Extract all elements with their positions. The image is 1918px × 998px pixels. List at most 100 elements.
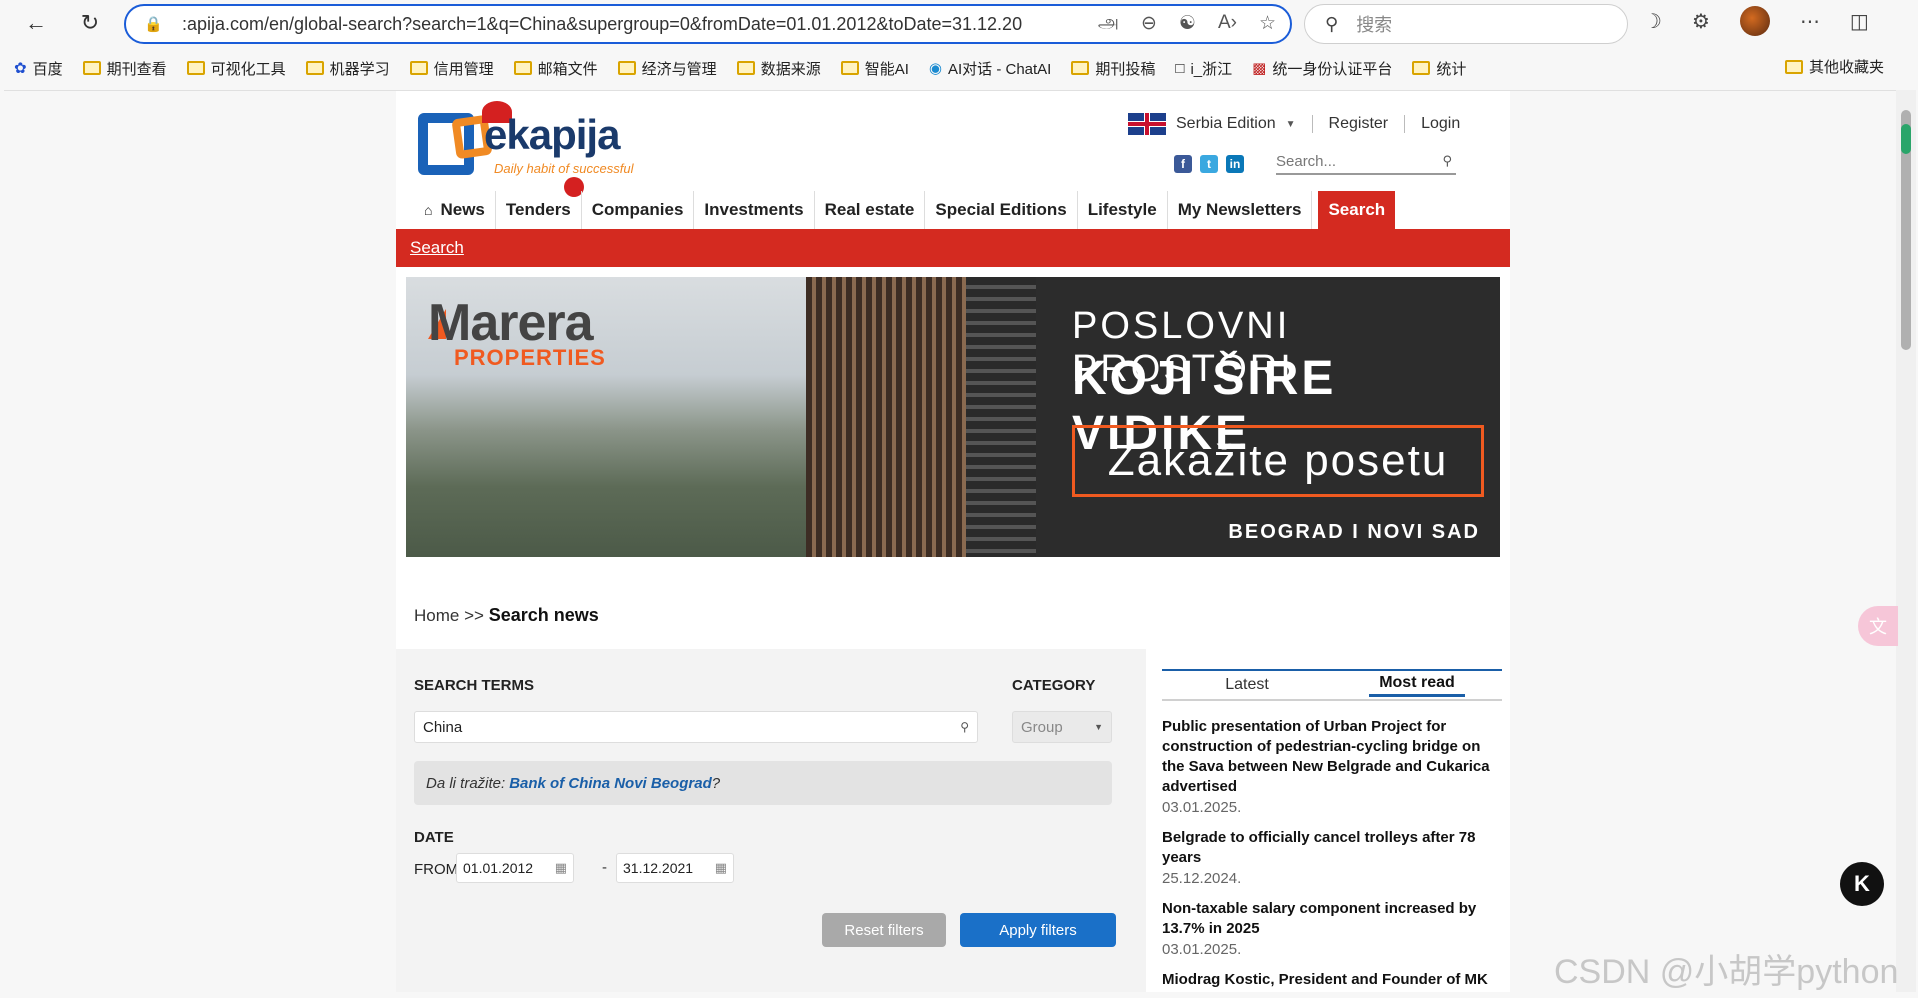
banner-text-panel: POSLOVNI PROSTORI KOJI ŠIRE VIDIKE Zakaž… [1036, 277, 1500, 557]
favorite-star-icon[interactable]: ☆ [1259, 12, 1276, 36]
sidebar-toggle-icon[interactable]: ◫ [1850, 9, 1869, 34]
nav-item-companies[interactable]: Companies [582, 191, 695, 229]
banner-line3: BEOGRAD I NOVI SAD [1228, 521, 1480, 543]
bookmark-folder[interactable]: 经济与管理 [617, 58, 717, 79]
bookmark-item[interactable]: □ i_浙江 [1175, 58, 1232, 79]
apply-filters-button[interactable]: Apply filters [960, 913, 1116, 947]
news-title[interactable]: Non-taxable salary component increased b… [1162, 899, 1502, 939]
list-item[interactable]: Miodrag Kostic, President and Founder of… [1162, 970, 1502, 990]
browser-search-box[interactable]: ⚲ 搜索 [1304, 4, 1628, 44]
bookmark-folder[interactable]: 期刊查看 [82, 58, 167, 79]
banner-cta[interactable]: Zakažite posetu [1072, 425, 1484, 497]
twitter-icon[interactable]: t [1200, 155, 1218, 173]
edition-selector[interactable]: Serbia Edition [1176, 115, 1276, 133]
facebook-icon[interactable]: f [1174, 155, 1192, 173]
address-bar[interactable]: 🔒 :apija.com/en/global-search?search=1&q… [124, 4, 1292, 44]
to-date-input[interactable]: 31.12.2021 ▦ [616, 853, 734, 883]
login-link[interactable]: Login [1421, 115, 1460, 133]
from-label: FROM [414, 861, 459, 878]
ad-banner[interactable]: Marera PROPERTIES POSLOVNI PROSTORI KOJI… [406, 277, 1500, 557]
scrollbar-marker [1901, 124, 1911, 154]
sub-nav-search-link[interactable]: Search [410, 238, 464, 258]
url-text[interactable]: :apija.com/en/global-search?search=1&q=C… [182, 14, 1022, 35]
assistant-float-icon[interactable]: K [1840, 862, 1884, 906]
edge-translate-icon[interactable]: ☯ [1179, 12, 1196, 36]
news-title[interactable]: Belgrade to officially cancel trolleys a… [1162, 828, 1502, 868]
category-select[interactable]: Group ▼ [1012, 711, 1112, 743]
nav-item-my-newsletters[interactable]: My Newsletters [1168, 191, 1313, 229]
date-label: DATE [414, 829, 454, 846]
list-item[interactable]: Public presentation of Urban Project for… [1162, 717, 1502, 816]
nav-item-lifestyle[interactable]: Lifestyle [1078, 191, 1168, 229]
bookmark-item[interactable]: ▩ 统一身份认证平台 [1252, 58, 1392, 79]
refresh-icon[interactable]: ↻ [72, 5, 108, 41]
nav-item-news[interactable]: ⌂ News [414, 191, 496, 229]
nav-item-investments[interactable]: Investments [694, 191, 815, 229]
browser-toolbar: ← ↻ 🔒 :apija.com/en/global-search?search… [0, 0, 1918, 46]
news-date: 03.01.2025. [1162, 941, 1242, 958]
category-value: Group [1021, 718, 1063, 736]
search-icon[interactable]: ⚲ [960, 720, 969, 734]
news-sidebar: Latest Most read Public presentation of … [1154, 649, 1510, 992]
register-link[interactable]: Register [1329, 115, 1389, 133]
from-date-input[interactable]: 01.01.2012 ▦ [456, 853, 574, 883]
search-terms-input[interactable]: China ⚲ [414, 711, 978, 743]
news-title[interactable]: Miodrag Kostic, President and Founder of… [1162, 970, 1502, 990]
news-list: Public presentation of Urban Project for… [1162, 717, 1502, 992]
nav-item-real-estate[interactable]: Real estate [815, 191, 926, 229]
translate-float-icon[interactable]: 文 [1858, 606, 1898, 646]
site-search-input[interactable]: Search... ⚲ [1276, 149, 1456, 175]
linkedin-icon[interactable]: in [1226, 155, 1244, 173]
bookmark-item[interactable]: ◉ AI对话 - ChatAI [929, 58, 1051, 79]
folder-icon [1071, 61, 1090, 75]
site-logo[interactable]: ekapija Daily habit of successful [418, 101, 638, 197]
bookmark-folder[interactable]: 可视化工具 [186, 58, 286, 79]
bookmark-folder[interactable]: 数据来源 [736, 58, 821, 79]
bookmark-folder[interactable]: 统计 [1412, 58, 1466, 79]
search-filters-panel: SEARCH TERMS CATEGORY China ⚲ Group ▼ Da… [396, 649, 1146, 992]
suggest-link[interactable]: Bank of China Novi Beograd [509, 775, 712, 792]
bookmark-folder[interactable]: 智能AI [840, 58, 909, 79]
breadcrumb-home[interactable]: Home [414, 606, 459, 625]
bookmark-folder[interactable]: 期刊投稿 [1071, 58, 1155, 79]
news-title[interactable]: Public presentation of Urban Project for… [1162, 717, 1502, 797]
zoom-icon[interactable]: ⊖ [1141, 12, 1157, 36]
calendar-icon[interactable]: ▦ [715, 860, 727, 876]
more-menu-icon[interactable]: ⋯ [1800, 9, 1820, 34]
caret-down-icon[interactable]: ▼ [1286, 119, 1296, 130]
read-icon[interactable]: A› [1218, 12, 1237, 36]
tab-latest[interactable]: Latest [1162, 671, 1332, 699]
bookmark-item[interactable]: ✿ 百度 [14, 58, 63, 79]
copilot-icon[interactable]: ☽ [1644, 9, 1662, 34]
list-item[interactable]: Non-taxable salary component increased b… [1162, 899, 1502, 958]
read-aloud-icon[interactable]: அ [1098, 12, 1119, 36]
bookmark-folder[interactable]: 邮箱文件 [513, 58, 598, 79]
sub-nav-bar: Search [396, 229, 1510, 267]
nav-item-tenders[interactable]: Tenders [496, 191, 582, 229]
auth-icon: ▩ [1252, 60, 1267, 77]
category-label: CATEGORY [1012, 677, 1096, 694]
search-icon[interactable]: ⚲ [1442, 153, 1452, 169]
list-item[interactable]: Belgrade to officially cancel trolleys a… [1162, 828, 1502, 887]
lock-icon[interactable]: 🔒 [144, 15, 172, 33]
bookmark-folder[interactable]: 机器学习 [305, 58, 390, 79]
divider [1404, 115, 1406, 133]
calendar-icon[interactable]: ▦ [555, 860, 567, 876]
profile-avatar[interactable] [1739, 6, 1770, 36]
nav-item-search[interactable]: Search [1318, 191, 1396, 229]
nav-item-special-editions[interactable]: Special Editions [925, 191, 1078, 229]
bookmark-other-folder[interactable]: 其他收藏夹 [1784, 56, 1884, 77]
bookmark-folder[interactable]: 信用管理 [409, 58, 494, 79]
reset-filters-button[interactable]: Reset filters [822, 913, 946, 947]
back-arrow-icon[interactable]: ← [18, 5, 54, 41]
web-viewport: ekapija Daily habit of successful Serbia… [4, 90, 1900, 992]
page-scrollbar[interactable] [1896, 90, 1916, 992]
search-terms-label: SEARCH TERMS [414, 677, 535, 694]
banner-brand-sub: PROPERTIES [454, 345, 606, 370]
folder-icon [513, 61, 532, 75]
to-date-value: 31.12.2021 [623, 860, 694, 876]
news-date: 25.12.2024. [1162, 870, 1242, 887]
extensions-icon[interactable]: ⚙ [1692, 9, 1710, 34]
breadcrumb-separator: >> [464, 606, 484, 625]
tab-most-read[interactable]: Most read [1332, 671, 1502, 699]
